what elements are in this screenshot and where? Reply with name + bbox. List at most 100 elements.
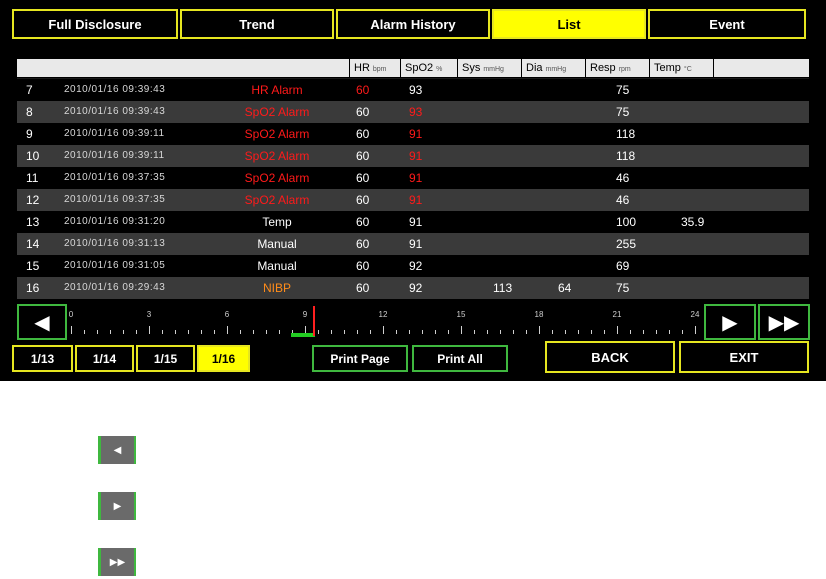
ruler-tick [188,330,189,334]
cell-hr: 60 [356,193,370,207]
cell-spo2: 93 [409,105,423,119]
table-row[interactable]: 10 2010/01/16 09:39:11 SpO2 Alarm 60 91 118 [17,145,809,167]
cell-alarm: SpO2 Alarm [244,105,310,119]
header-blank [17,59,349,77]
ruler-tick [539,326,540,334]
date-button-1-16[interactable]: 1/16 [197,345,250,372]
ruler-tick [175,330,176,334]
back-button[interactable]: BACK [545,341,675,373]
ruler-tick [370,330,371,334]
exit-button[interactable]: EXIT [679,341,809,373]
ruler-tick [214,330,215,334]
cell-time: 2010/01/16 09:37:35 [64,194,166,205]
ruler-label: 0 [68,310,74,319]
print-page-button[interactable]: Print Page [312,345,408,372]
table-header-row: HR bpm SpO2% Sys mmHg Dia mmHg Resp rpm Temp… [17,58,809,78]
ruler-tick [227,326,228,334]
ruler-tick [396,330,397,334]
ruler-tick [487,330,488,334]
cell-resp: 118 [616,149,636,163]
patient-monitor-screen: Full Disclosure Trend Alarm History List… [0,0,826,381]
cell-idx: 7 [26,83,33,97]
table-row[interactable]: 8 2010/01/16 09:39:43 SpO2 Alarm 60 93 75 [17,101,809,123]
time-window-indicator [290,333,315,337]
cell-spo2: 92 [409,259,423,273]
time-cursor[interactable] [312,306,315,336]
timeline-prev-button[interactable]: ◀ [17,304,67,340]
ruler-label: 3 [146,310,152,319]
ruler-tick [695,326,696,334]
cell-spo2: 91 [409,149,423,163]
fast-forward-icon: ▶▶ [768,311,800,334]
table-row[interactable]: 9 2010/01/16 09:39:11 SpO2 Alarm 60 91 118 [17,123,809,145]
table-row[interactable]: 14 2010/01/16 09:31:13 Manual 60 91 255 [17,233,809,255]
ruler-tick [578,330,579,334]
cell-idx: 10 [26,149,40,163]
date-button-1-15[interactable]: 1/15 [136,345,195,372]
cell-alarm: SpO2 Alarm [244,127,310,141]
ruler-label: 24 [690,310,700,319]
ruler-tick [84,330,85,334]
cell-alarm: Manual [257,237,297,251]
table-row[interactable]: 13 2010/01/16 09:31:20 Temp 60 91 100 35.9 [17,211,809,233]
tab-trend[interactable]: Trend [180,9,334,39]
cell-idx: 11 [26,171,39,185]
ruler-tick [110,330,111,334]
timeline-next-button[interactable]: ▶ [704,304,756,340]
ruler-tick [162,330,163,334]
cell-idx: 9 [26,127,33,141]
table-row[interactable]: 12 2010/01/16 09:37:35 SpO2 Alarm 60 91 46 [17,189,809,211]
ruler-tick [682,330,683,334]
date-button-1-14[interactable]: 1/14 [75,345,134,372]
cell-hr: 60 [356,281,370,295]
table-row[interactable]: 7 2010/01/16 09:39:43 HR Alarm 60 93 75 [17,79,809,101]
ruler-tick [71,326,72,334]
ruler-tick [474,330,475,334]
tab-alarm-history[interactable]: Alarm History [336,9,490,39]
tab-list[interactable]: List [492,9,646,39]
cell-time: 2010/01/16 09:39:11 [64,150,165,161]
cell-idx: 14 [26,237,40,251]
cell-hr: 60 [356,149,370,163]
cell-resp: 75 [616,105,630,119]
ruler-tick [266,330,267,334]
ruler-tick [500,330,501,334]
cell-spo2: 92 [409,281,423,295]
cell-resp: 75 [616,83,630,97]
tab-event[interactable]: Event [648,9,806,39]
ruler-label: 21 [612,310,622,319]
vitals-list-table: HR bpm SpO2% Sys mmHg Dia mmHg Resp rpm Temp… [17,58,809,299]
cell-temp: 35.9 [681,215,705,229]
cell-alarm: Manual [257,259,297,273]
ruler-tick [461,326,462,334]
cell-alarm: Temp [262,215,292,229]
date-button-1-13[interactable]: 1/13 [12,345,73,372]
ruler-tick [448,330,449,334]
cell-idx: 15 [26,259,40,273]
ruler-tick [136,330,137,334]
cell-hr: 60 [356,259,370,273]
cell-spo2: 91 [409,237,423,251]
ruler-label: 6 [224,310,230,319]
timeline-fast-forward-button[interactable]: ▶▶ [758,304,810,340]
cell-resp: 75 [616,281,630,295]
table-row[interactable]: 11 2010/01/16 09:37:35 SpO2 Alarm 60 91 46 [17,167,809,189]
cell-spo2: 91 [409,171,423,185]
print-all-button[interactable]: Print All [412,345,508,372]
cell-hr: 60 [356,105,370,119]
table-row[interactable]: 15 2010/01/16 09:31:05 Manual 60 92 69 [17,255,809,277]
cell-resp: 118 [616,127,636,141]
ruler-tick [552,330,553,334]
cell-idx: 8 [26,105,33,119]
legend-next-icon: ▶ [98,492,136,520]
next-arrow-icon: ▶ [722,311,738,334]
ruler-tick [422,330,423,334]
time-ruler[interactable]: 0 3 6 9 12 15 18 21 24 [69,306,703,340]
table-row[interactable]: 16 2010/01/16 09:29:43 NIBP 60 92 113 64 75 [17,277,809,299]
cell-sys: 113 [493,281,513,295]
cell-resp: 100 [616,215,637,229]
cell-time: 2010/01/16 09:39:43 [64,106,166,117]
ruler-tick [279,330,280,334]
tab-full-disclosure[interactable]: Full Disclosure [12,9,178,39]
header-dia: Dia mmHg [522,59,585,77]
